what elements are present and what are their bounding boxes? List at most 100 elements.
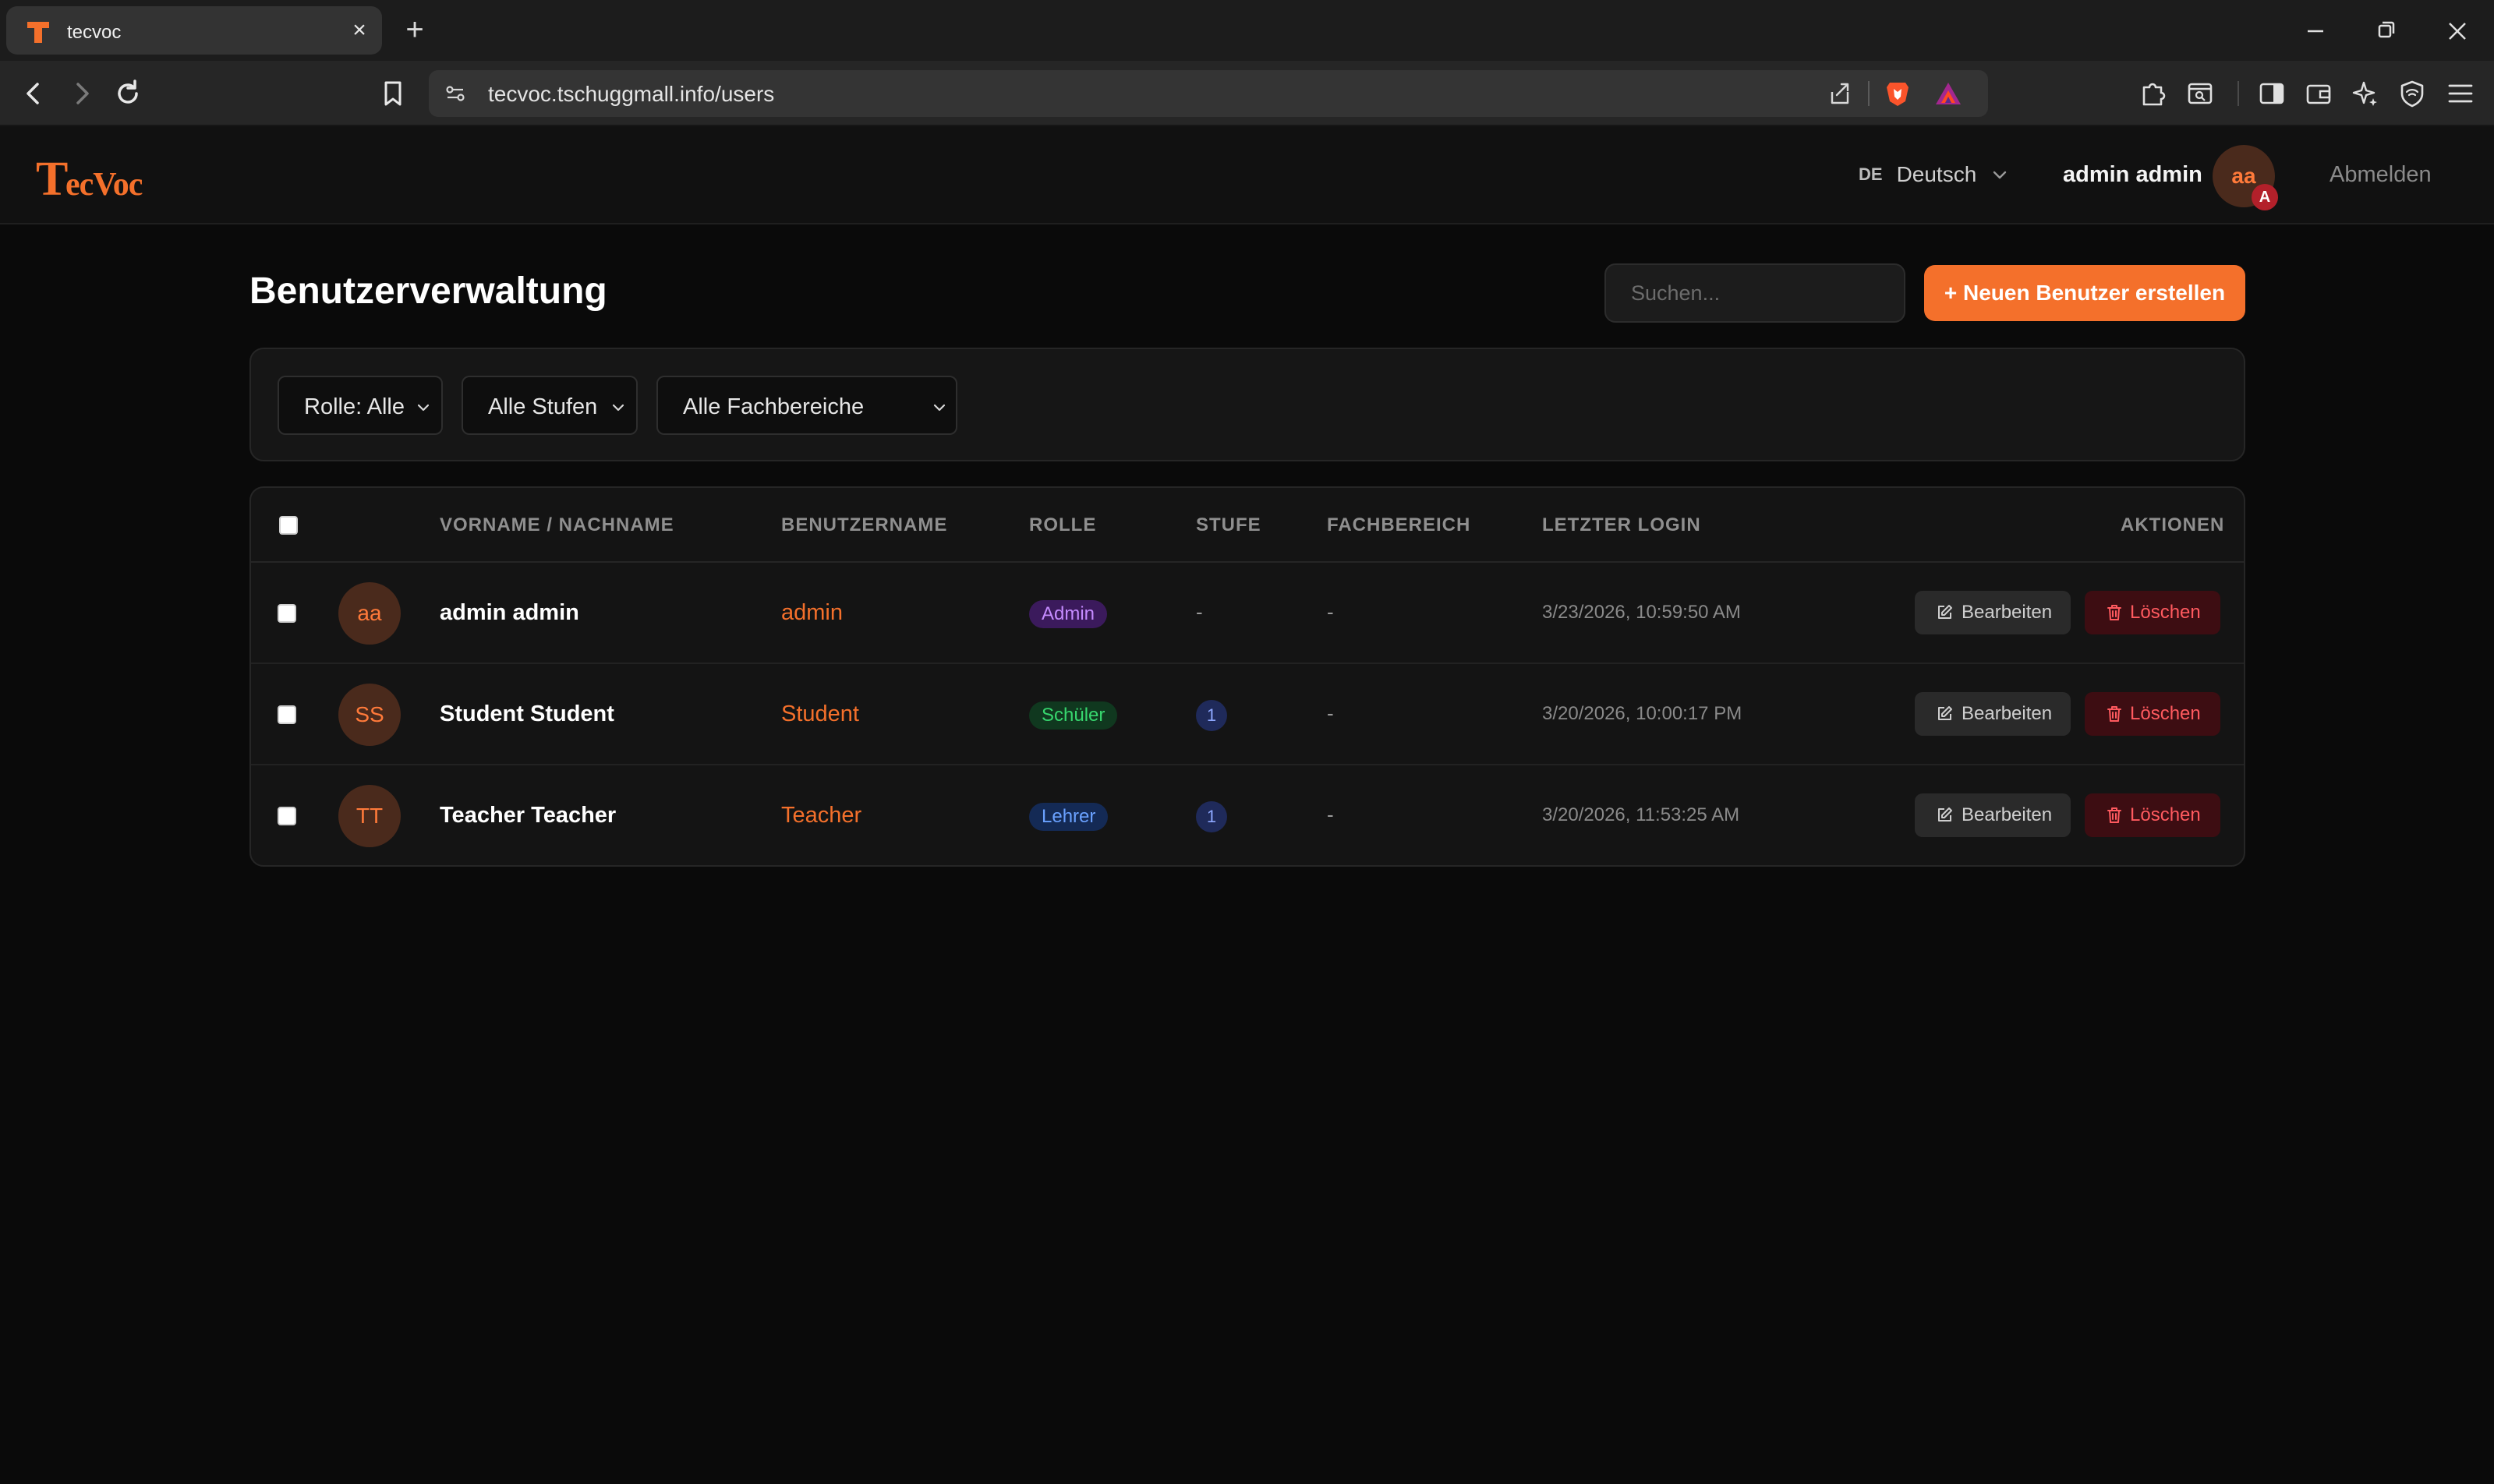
avatar: aa: [338, 582, 401, 645]
edit-button-label: Bearbeiten: [1962, 703, 2053, 724]
column-header-level[interactable]: STUFE: [1196, 514, 1261, 536]
table-row[interactable]: TT Teacher Teacher Teacher Lehrer 1 - 3/…: [251, 765, 2244, 865]
delete-button[interactable]: Löschen: [2085, 692, 2220, 736]
department-value: -: [1327, 600, 1334, 624]
edit-icon: [1938, 605, 1952, 619]
logout-button[interactable]: Abmelden: [2330, 162, 2432, 188]
tab-title: tecvoc: [67, 22, 122, 43]
tab-close-icon[interactable]: ×: [346, 17, 373, 44]
avatar: SS: [338, 684, 401, 746]
tecvoc-logo[interactable]: T ecVoc: [34, 150, 159, 204]
language-selector[interactable]: DE Deutsch: [1859, 162, 2009, 187]
browser-tab[interactable]: tecvoc ×: [6, 6, 382, 55]
chevron-down-icon: [612, 404, 624, 412]
toolbar-divider: [2238, 81, 2239, 106]
last-login-value: 3/23/2026, 10:59:50 AM: [1542, 602, 1741, 623]
wallet-icon[interactable]: [2301, 76, 2336, 111]
share-icon[interactable]: [1826, 80, 1854, 108]
column-header-actions: AKTIONEN: [2121, 514, 2225, 535]
filter-bar: Rolle: Alle Alle Stufen Alle Fachbereich…: [249, 348, 2245, 461]
role-badge: Lehrer: [1029, 803, 1109, 831]
create-user-button[interactable]: + Neuen Benutzer erstellen: [1924, 265, 2245, 321]
delete-button[interactable]: Löschen: [2085, 793, 2220, 837]
select-all-checkbox[interactable]: [279, 516, 298, 535]
svg-text:T: T: [36, 153, 68, 204]
browser-toolbar: tecvoc.tschuggmall.info/users: [0, 61, 2494, 126]
menu-icon[interactable]: [2443, 76, 2478, 111]
username-link[interactable]: Student: [781, 701, 859, 727]
level-filter-select[interactable]: Alle Stufen: [462, 376, 638, 435]
department-filter-value: Alle Fachbereiche: [683, 394, 865, 419]
role-badge: Schüler: [1029, 701, 1118, 730]
edit-button[interactable]: Bearbeiten: [1915, 692, 2071, 736]
column-header-role[interactable]: ROLLE: [1029, 514, 1096, 536]
delete-button-label: Löschen: [2130, 703, 2201, 724]
column-header-name[interactable]: VORNAME / NACHNAME: [440, 514, 674, 536]
close-window-icon[interactable]: [2434, 11, 2481, 51]
back-icon[interactable]: [16, 75, 53, 112]
row-checkbox[interactable]: [278, 705, 296, 724]
avatar: TT: [338, 785, 401, 847]
new-tab-icon[interactable]: +: [399, 14, 430, 45]
user-full-name: Teacher Teacher: [440, 803, 617, 828]
page-title: Benutzerverwaltung: [249, 270, 607, 312]
edit-button[interactable]: Bearbeiten: [1915, 793, 2071, 837]
row-checkbox[interactable]: [278, 604, 296, 623]
bookmark-icon[interactable]: [374, 75, 412, 112]
last-login-value: 3/20/2026, 11:53:25 AM: [1542, 804, 1740, 825]
level-value: -: [1196, 600, 1203, 624]
url-text: tecvoc.tschuggmall.info/users: [488, 82, 775, 106]
column-header-department[interactable]: FACHBEREICH: [1327, 514, 1470, 536]
sidebar-icon[interactable]: [2255, 76, 2289, 111]
reader-mode-icon[interactable]: [2183, 76, 2217, 111]
language-code: DE: [1859, 164, 1883, 184]
user-full-name: Student Student: [440, 701, 614, 726]
column-header-last-login[interactable]: LETZTER LOGIN: [1542, 514, 1701, 536]
trash-icon: [2107, 807, 2121, 823]
trash-icon: [2107, 706, 2121, 722]
browser-tabstrip: tecvoc × +: [0, 0, 2494, 61]
role-badge: Admin: [1029, 600, 1108, 628]
username-link[interactable]: Teacher: [781, 803, 861, 829]
brave-rewards-icon[interactable]: [1933, 80, 1963, 108]
vpn-icon[interactable]: [2395, 76, 2429, 111]
language-name: Deutsch: [1896, 162, 1977, 186]
restore-icon[interactable]: [2362, 11, 2409, 51]
brave-shield-icon[interactable]: [1882, 78, 1913, 109]
column-header-username[interactable]: BENUTZERNAME: [781, 514, 947, 536]
users-table: VORNAME / NACHNAME BENUTZERNAME ROLLE ST…: [249, 486, 2245, 867]
search-input[interactable]: [1604, 263, 1905, 323]
edit-button-label: Bearbeiten: [1962, 804, 2053, 825]
site-settings-icon[interactable]: [443, 81, 468, 106]
delete-button[interactable]: Löschen: [2085, 591, 2220, 634]
chevron-down-icon: [933, 404, 946, 412]
admin-badge: A: [2252, 184, 2278, 210]
department-value: -: [1327, 701, 1334, 725]
minimize-icon[interactable]: [2292, 11, 2339, 51]
role-filter-select[interactable]: Rolle: Alle: [278, 376, 443, 435]
last-login-value: 3/20/2026, 10:00:17 PM: [1542, 703, 1742, 724]
level-badge: 1: [1196, 801, 1227, 832]
reload-icon[interactable]: [109, 75, 147, 112]
delete-button-label: Löschen: [2130, 602, 2201, 623]
leo-ai-icon[interactable]: [2348, 76, 2383, 111]
forward-icon[interactable]: [62, 75, 100, 112]
tecvoc-favicon-icon: [27, 22, 49, 43]
table-row[interactable]: SS Student Student Student Schüler 1 - 3…: [251, 664, 2244, 765]
edit-icon: [1938, 807, 1952, 822]
table-row[interactable]: aa admin admin admin Admin - - 3/23/2026…: [251, 563, 2244, 664]
extensions-icon[interactable]: [2136, 76, 2170, 111]
row-checkbox[interactable]: [278, 807, 296, 825]
url-divider: [1868, 81, 1870, 106]
department-filter-select[interactable]: Alle Fachbereiche: [656, 376, 957, 435]
user-full-name: admin admin: [440, 600, 579, 625]
edit-icon: [1938, 706, 1952, 720]
address-bar[interactable]: tecvoc.tschuggmall.info/users: [429, 70, 1988, 117]
trash-icon: [2107, 605, 2121, 620]
username-link[interactable]: admin: [781, 600, 843, 626]
edit-button[interactable]: Bearbeiten: [1915, 591, 2071, 634]
edit-button-label: Bearbeiten: [1962, 602, 2053, 623]
current-user-name: admin admin: [2063, 162, 2202, 187]
svg-text:ecVoc: ecVoc: [65, 167, 143, 203]
chevron-down-icon: [1993, 171, 2007, 179]
